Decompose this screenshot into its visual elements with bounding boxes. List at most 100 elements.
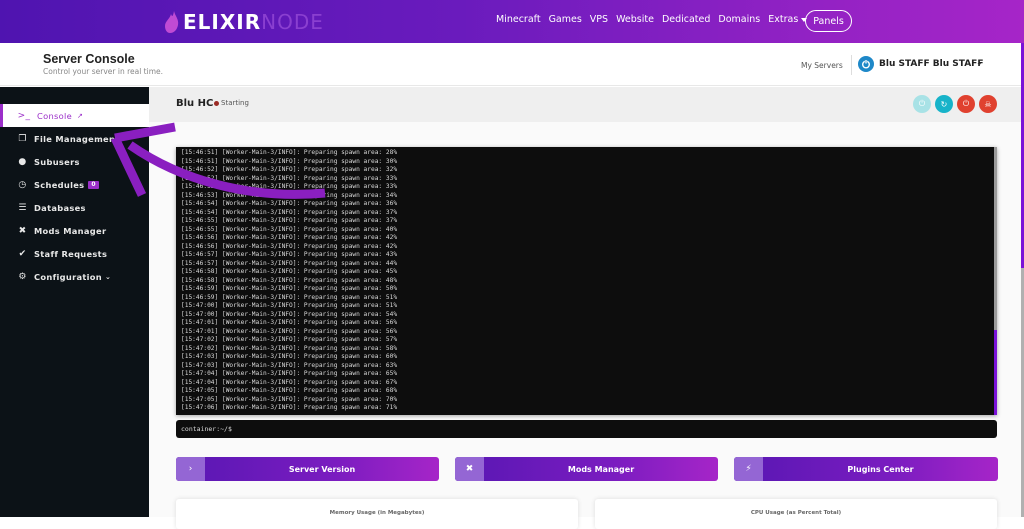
sidebar-item-file-management[interactable]: ❐ File Management [0,127,149,150]
main-content: Blu HC Starting ⏻ ↻ ⏻ ☠ [15:46:51] [Work… [149,87,1021,529]
chevron-down-icon[interactable]: ⌄ [976,58,983,67]
nav-link-dedicated[interactable]: Dedicated [662,14,710,25]
server-bar: Blu HC Starting ⏻ ↻ ⏻ ☠ [149,87,1021,122]
plugins-center-button[interactable]: ⚡ Plugins Center [734,457,998,481]
console-line: [15:47:01] [Worker-Main-3/INFO]: Prepari… [181,319,398,326]
kill-button[interactable]: ☠ [979,95,997,113]
console-line: [15:46:53] [Worker-Main-3/INFO]: Prepari… [181,191,398,199]
terminal-icon: >_ [17,110,31,121]
database-icon: ☰ [18,202,27,213]
nav-link-extras-label: Extras [768,14,799,25]
console-line: [15:46:57] [Worker-Main-3/INFO]: Prepari… [181,251,398,258]
mods-icon: ✖ [455,457,484,481]
start-button[interactable]: ⏻ [913,95,931,113]
stop-button[interactable]: ⏻ [957,95,975,113]
server-status: Starting [221,99,249,107]
console-line: [15:46:51] [Worker-Main-3/INFO]: Prepari… [181,149,398,156]
console-line: [15:47:05] [Worker-Main-3/INFO]: Prepari… [181,395,398,403]
gears-icon: ⚙ [18,271,27,282]
console-command-input[interactable]: container:~/$ [176,420,997,438]
page-title: Server Console [43,52,135,66]
panels-button[interactable]: Panels [805,10,852,32]
console-line: [15:46:59] [Worker-Main-3/INFO]: Prepari… [181,293,398,301]
server-name: Blu HC [176,98,214,109]
power-icon: ⏻ [962,99,970,108]
user-avatar-power-icon[interactable] [858,56,874,72]
sidebar-item-subusers[interactable]: ● Subusers [0,150,149,173]
console-line: [15:46:55] [Worker-Main-3/INFO]: Prepari… [181,217,398,224]
console-output[interactable]: [15:46:51] [Worker-Main-3/INFO]: Prepari… [176,147,997,415]
console-line: [15:47:04] [Worker-Main-3/INFO]: Prepari… [181,378,398,386]
console-line: [15:46:54] [Worker-Main-3/INFO]: Prepari… [181,200,398,207]
console-line: [15:46:56] [Worker-Main-3/INFO]: Prepari… [181,242,398,250]
console-line: [15:46:52] [Worker-Main-3/INFO]: Prepari… [181,174,398,182]
console-line: [15:46:58] [Worker-Main-3/INFO]: Prepari… [181,268,398,275]
console-line: [15:47:06] [Worker-Main-3/INFO]: Prepari… [181,404,398,411]
brand-name-primary: ELIXIR [183,10,262,34]
console-line: [15:46:58] [Worker-Main-3/INFO]: Prepari… [181,276,398,284]
nav-link-games[interactable]: Games [549,14,582,25]
console-line: [15:46:59] [Worker-Main-3/INFO]: Prepari… [181,285,398,292]
console-line: [15:47:02] [Worker-Main-3/INFO]: Prepari… [181,344,398,352]
sidebar-item-label: Mods Manager [34,225,107,236]
cpu-usage-card: CPU Usage (as Percent Total) [595,499,997,529]
users-icon: ● [18,156,27,167]
sidebar-item-label: Schedules [34,179,85,190]
user-menu[interactable]: Blu STAFF Blu STAFF [879,59,983,69]
brand-name-secondary: NODE [261,10,324,34]
top-navbar: ELIXIR NODE Minecraft Games VPS Website … [0,0,1024,43]
console-line: [15:47:04] [Worker-Main-3/INFO]: Prepari… [181,370,398,377]
status-dot-icon [214,101,219,106]
console-line: [15:46:52] [Worker-Main-3/INFO]: Prepari… [181,166,398,173]
nav-link-minecraft[interactable]: Minecraft [496,14,541,25]
console-line: [15:46:57] [Worker-Main-3/INFO]: Prepari… [181,259,398,267]
button-label: Plugins Center [847,464,914,474]
nav-link-website[interactable]: Website [616,14,654,25]
console-scrollbar-thumb[interactable] [994,330,997,415]
restart-button[interactable]: ↻ [935,95,953,113]
sidebar-item-schedules[interactable]: ◷ Schedules 0 [0,173,149,196]
console-line: [15:47:03] [Worker-Main-3/INFO]: Prepari… [181,353,398,360]
console-line: [15:47:03] [Worker-Main-3/INFO]: Prepari… [181,361,398,369]
memory-usage-card: Memory Usage (in Megabytes) [176,499,578,529]
power-icon: ⏻ [918,99,926,108]
chevron-down-icon: ⌄ [105,272,112,281]
nav-link-vps[interactable]: VPS [590,14,608,25]
brand-logo[interactable]: ELIXIR NODE [165,9,324,35]
files-icon: ❐ [18,133,27,144]
page-subtitle: Control your server in real time. [43,67,164,76]
sidebar-item-label: Console [37,110,73,121]
nav-link-domains[interactable]: Domains [718,14,760,25]
sidebar-item-configuration[interactable]: ⚙ Configuration ⌄ [0,265,149,288]
my-servers-link[interactable]: My Servers [801,61,843,70]
nav-links: Minecraft Games VPS Website Dedicated Do… [496,14,808,25]
chevron-right-icon: › [176,457,205,481]
sidebar-item-console[interactable]: >_ Console ↗ [0,104,149,127]
header-divider [851,55,852,75]
plug-icon: ⚡ [734,457,763,481]
sidebar-item-databases[interactable]: ☰ Databases [0,196,149,219]
sidebar-item-staff-requests[interactable]: ✔ Staff Requests [0,242,149,265]
console-line: [15:46:51] [Worker-Main-3/INFO]: Prepari… [181,157,398,165]
memory-chart-title: Memory Usage (in Megabytes) [329,510,425,516]
console-line: [15:47:00] [Worker-Main-3/INFO]: Prepari… [181,310,398,318]
console-line: [15:47:01] [Worker-Main-3/INFO]: Prepari… [181,327,398,335]
clock-icon: ◷ [18,179,27,190]
sidebar-item-label: File Management [34,133,120,144]
console-line: [15:46:56] [Worker-Main-3/INFO]: Prepari… [181,234,398,241]
nav-link-extras[interactable]: Extras [768,14,808,25]
console-line: [15:47:05] [Worker-Main-3/INFO]: Prepari… [181,387,398,394]
skull-icon: ☠ [984,99,992,109]
page-header: Server Console Control your server in re… [0,43,1021,86]
mods-icon: ✖ [18,225,27,236]
mods-manager-button[interactable]: ✖ Mods Manager [455,457,718,481]
flame-icon [165,11,179,33]
sidebar: >_ Console ↗ ❐ File Management ● Subuser… [0,87,149,517]
console-line: [15:46:55] [Worker-Main-3/INFO]: Prepari… [181,225,398,233]
sidebar-item-mods-manager[interactable]: ✖ Mods Manager [0,219,149,242]
console-line: [15:46:54] [Worker-Main-3/INFO]: Prepari… [181,208,398,216]
refresh-icon: ↻ [940,99,948,109]
console-line: [15:47:02] [Worker-Main-3/INFO]: Prepari… [181,336,398,343]
external-link-icon: ↗ [77,111,84,120]
server-version-button[interactable]: › Server Version [176,457,439,481]
